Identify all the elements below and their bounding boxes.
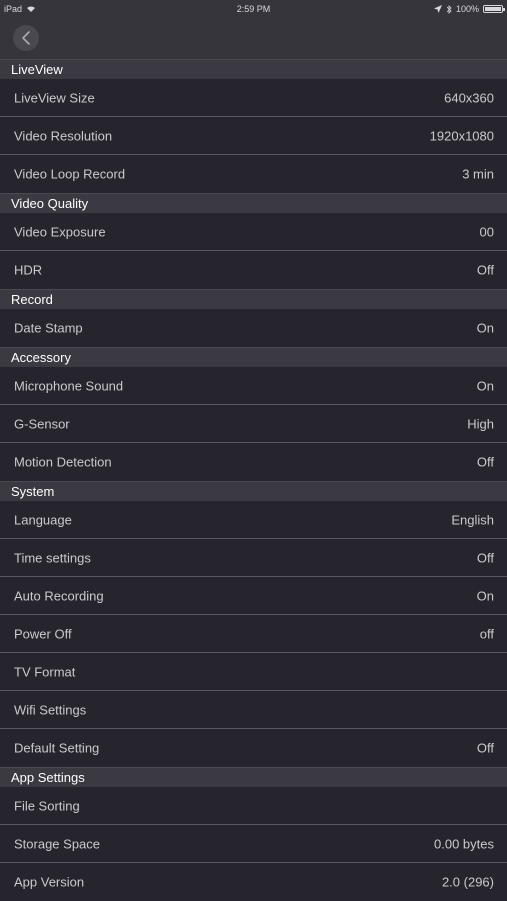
setting-value: 00 (479, 224, 494, 239)
battery-percent: 100% (455, 4, 479, 14)
section-rows: Language English Time settings Off Auto Reco… (0, 501, 507, 767)
section-header-liveview: LiveView (0, 59, 507, 79)
setting-label: Microphone Sound (14, 378, 124, 393)
setting-row-tv-format[interactable]: TV Format (0, 653, 507, 691)
setting-row-video-exposure[interactable]: Video Exposure 00 (0, 213, 507, 251)
setting-value: 3 min (462, 166, 494, 182)
chevron-left-icon (22, 31, 30, 45)
settings-list: LiveView LiveView Size 640x360 Video Resolu… (0, 59, 507, 901)
setting-value: off (479, 626, 494, 641)
setting-row-g-sensor[interactable]: G-Sensor High (0, 405, 507, 443)
section-rows: File Sorting Storage Space 0.00 bytes App V… (0, 787, 507, 901)
setting-label: Wifi Settings (14, 702, 87, 717)
setting-value: Off (476, 454, 494, 470)
setting-label: LiveView Size (14, 90, 95, 105)
setting-row-app-version[interactable]: App Version 2.0 (296) (0, 863, 507, 901)
setting-label: File Sorting (14, 798, 80, 813)
battery-icon (483, 5, 505, 13)
section-title: System (11, 484, 55, 499)
status-bar: iPad 2:59 PM 100% (0, 0, 507, 19)
setting-label: Video Exposure (14, 224, 106, 239)
setting-value: Off (476, 262, 494, 278)
setting-row-motion-detection[interactable]: Motion Detection Off (0, 443, 507, 481)
setting-value: 2.0 (296) (441, 874, 494, 890)
section-rows: Video Exposure 00 HDR Off (0, 213, 507, 289)
setting-value: On (476, 320, 494, 336)
setting-row-time-settings[interactable]: Time settings Off (0, 539, 507, 577)
setting-row-default-setting[interactable]: Default Setting Off (0, 729, 507, 767)
setting-row-hdr[interactable]: HDR Off (0, 251, 507, 289)
setting-value: High (467, 416, 494, 431)
section-header-video-quality: Video Quality (0, 193, 507, 213)
setting-label: HDR (14, 262, 43, 278)
setting-label: Language (14, 512, 72, 527)
setting-value: 0.00 bytes (434, 836, 494, 851)
section-title: LiveView (11, 62, 63, 77)
setting-value: 640x360 (444, 90, 494, 105)
section-header-app-settings: App Settings (0, 767, 507, 787)
setting-label: Power Off (14, 626, 72, 641)
setting-row-file-sorting[interactable]: File Sorting (0, 787, 507, 825)
location-icon (433, 5, 442, 13)
setting-value: On (476, 588, 494, 603)
navigation-bar (0, 19, 507, 59)
section-rows: Date Stamp On (0, 309, 507, 347)
setting-label: Auto Recording (14, 588, 104, 603)
setting-label: Time settings (14, 550, 91, 565)
setting-row-storage-space[interactable]: Storage Space 0.00 bytes (0, 825, 507, 863)
setting-row-microphone-sound[interactable]: Microphone Sound On (0, 367, 507, 405)
setting-label: Motion Detection (14, 454, 112, 470)
setting-value: 1920x1080 (429, 128, 494, 143)
setting-label: G-Sensor (14, 416, 70, 431)
back-button[interactable] (13, 25, 39, 51)
setting-label: Date Stamp (14, 320, 83, 336)
setting-label: Video Resolution (14, 128, 113, 143)
section-rows: LiveView Size 640x360 Video Resolution 1920… (0, 79, 507, 193)
setting-value: Off (476, 740, 494, 756)
setting-row-wifi-settings[interactable]: Wifi Settings (0, 691, 507, 729)
setting-row-date-stamp[interactable]: Date Stamp On (0, 309, 507, 347)
setting-row-liveview-size[interactable]: LiveView Size 640x360 (0, 79, 507, 117)
setting-label: Default Setting (14, 740, 100, 756)
setting-row-language[interactable]: Language English (0, 501, 507, 539)
section-header-record: Record (0, 289, 507, 309)
status-time: 2:59 PM (236, 4, 271, 14)
section-title: App Settings (11, 770, 85, 785)
setting-label: TV Format (14, 664, 76, 679)
setting-label: App Version (14, 874, 85, 890)
setting-row-video-loop-record[interactable]: Video Loop Record 3 min (0, 155, 507, 193)
setting-label: Storage Space (14, 836, 101, 851)
bluetooth-icon (446, 4, 452, 14)
setting-label: Video Loop Record (14, 166, 126, 182)
section-title: Video Quality (11, 196, 89, 211)
section-title: Record (11, 292, 53, 307)
setting-row-video-resolution[interactable]: Video Resolution 1920x1080 (0, 117, 507, 155)
section-header-system: System (0, 481, 507, 501)
section-header-accessory: Accessory (0, 347, 507, 367)
section-rows: Microphone Sound On G-Sensor High Motion Det… (0, 367, 507, 481)
setting-row-auto-recording[interactable]: Auto Recording On (0, 577, 507, 615)
section-title: Accessory (11, 350, 71, 365)
setting-row-power-off[interactable]: Power Off off (0, 615, 507, 653)
setting-value: Off (476, 550, 494, 565)
setting-value: English (451, 512, 494, 527)
setting-value: On (476, 378, 494, 393)
